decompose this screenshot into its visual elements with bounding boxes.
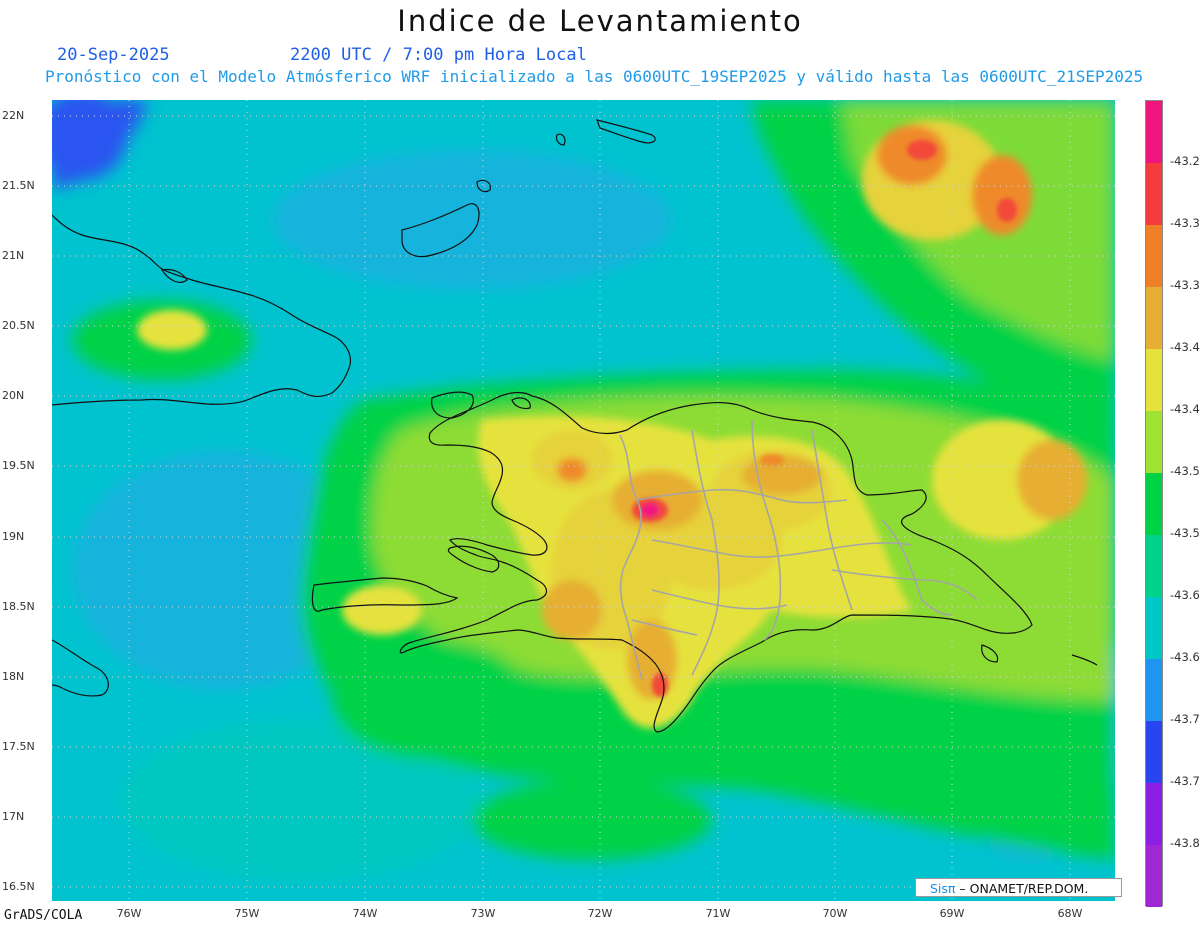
- map-title: Indice de Levantamiento: [397, 4, 803, 38]
- map-canvas: [52, 100, 1115, 901]
- lat-label: 19N: [2, 530, 25, 543]
- colorbar-label: -43.4: [1170, 340, 1200, 354]
- lon-label: 69W: [939, 907, 965, 920]
- colorbar-swatch: [1146, 225, 1162, 287]
- colorbar-label: -43.2: [1170, 154, 1200, 168]
- lat-label: 17N: [2, 810, 25, 823]
- grads-credit: GrADS/COLA: [4, 908, 83, 923]
- colorbar: [1145, 100, 1163, 907]
- lon-label: 76W: [116, 907, 142, 920]
- colorbar-swatch: [1146, 721, 1162, 783]
- lat-label: 18.5N: [2, 600, 35, 613]
- forecast-description: Pronóstico con el Modelo Atmósferico WRF…: [45, 67, 1144, 86]
- colorbar-swatch: [1146, 783, 1162, 845]
- colorbar-swatch: [1146, 473, 1162, 535]
- colorbar-label: -43.5: [1170, 526, 1200, 540]
- colorbar-label: -43.5: [1170, 464, 1200, 478]
- lat-label: 17.5N: [2, 740, 35, 753]
- colorbar-swatch: [1146, 535, 1162, 597]
- lat-label: 21N: [2, 249, 25, 262]
- lon-label: 74W: [352, 907, 378, 920]
- onamet-label: – ONAMET/REP.DOM.: [955, 881, 1089, 896]
- colorbar-label: -43.6: [1170, 650, 1200, 664]
- colorbar-swatch: [1146, 845, 1162, 907]
- colorbar-label: -43.8: [1170, 836, 1200, 850]
- colorbar-label: -43.3: [1170, 278, 1200, 292]
- lat-label: 16.5N: [2, 880, 35, 893]
- colorbar-label: -43.3: [1170, 216, 1200, 230]
- colorbar-swatch: [1146, 101, 1162, 163]
- lon-label: 68W: [1057, 907, 1083, 920]
- colorbar-swatch: [1146, 411, 1162, 473]
- forecast-time: 2200 UTC / 7:00 pm Hora Local: [290, 45, 587, 65]
- colorbar-swatch: [1146, 287, 1162, 349]
- lat-label: 22N: [2, 109, 25, 122]
- colorbar-swatch: [1146, 597, 1162, 659]
- onamet-badge: Sisπ – ONAMET/REP.DOM.: [915, 878, 1122, 897]
- lon-label: 73W: [470, 907, 496, 920]
- lat-label: 20.5N: [2, 319, 35, 332]
- lon-label: 70W: [822, 907, 848, 920]
- lat-label: 19.5N: [2, 459, 35, 472]
- lon-label: 71W: [705, 907, 731, 920]
- lat-label: 18N: [2, 670, 25, 683]
- sispi-logo-text: Sisπ: [930, 881, 956, 896]
- forecast-date: 20-Sep-2025: [57, 45, 170, 65]
- lifted-index-map: [52, 100, 1115, 901]
- lat-label: 20N: [2, 389, 25, 402]
- colorbar-label: -43.7: [1170, 774, 1200, 788]
- colorbar-swatch: [1146, 163, 1162, 225]
- colorbar-label: -43.4: [1170, 402, 1200, 416]
- colorbar-label: -43.6: [1170, 588, 1200, 602]
- lon-label: 75W: [234, 907, 260, 920]
- colorbar-swatch: [1146, 349, 1162, 411]
- lon-label: 72W: [587, 907, 613, 920]
- lat-label: 21.5N: [2, 179, 35, 192]
- colorbar-label: -43.7: [1170, 712, 1200, 726]
- colorbar-swatch: [1146, 659, 1162, 721]
